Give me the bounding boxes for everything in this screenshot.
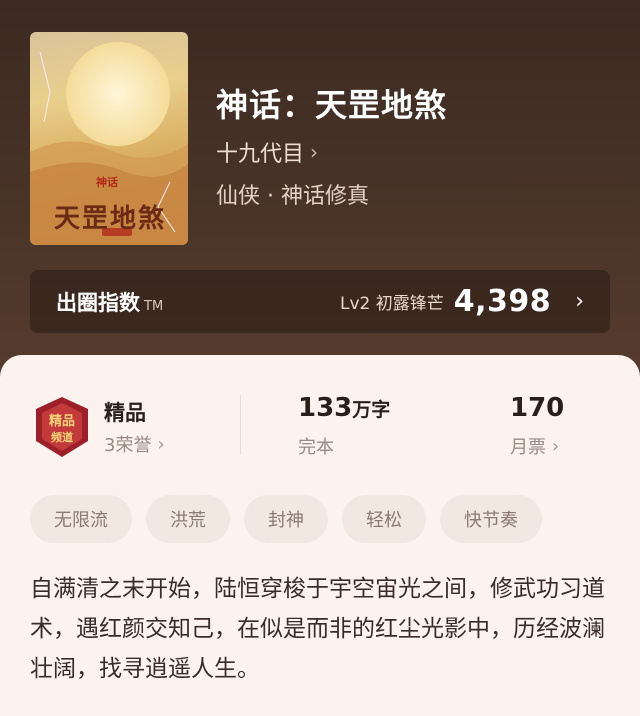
monthly-tickets-link[interactable]: 月票 › xyxy=(510,433,559,459)
word-count-value: 133 xyxy=(298,393,353,423)
svg-text:频道: 频道 xyxy=(51,430,73,444)
popularity-index-bar[interactable]: 出圈指数 TM Lv2 初露锋芒 4,398 › xyxy=(30,270,610,333)
book-detail-card: 精品 频道 精品 3荣誉 › 133万字 完本 170 月票 › 无限流 洪荒 … xyxy=(0,355,640,716)
chevron-right-icon: › xyxy=(552,435,560,457)
tag-chip[interactable]: 快节奏 xyxy=(440,495,542,543)
honors-link[interactable]: 3荣誉 › xyxy=(104,431,165,457)
monthly-tickets-label: 月票 xyxy=(510,437,546,458)
quality-badge-icon[interactable]: 精品 频道 xyxy=(30,395,94,459)
cover-title: 天罡地煞 xyxy=(53,204,166,234)
tag-list: 无限流 洪荒 封神 轻松 快节奏 xyxy=(30,495,542,543)
monthly-tickets-value: 170 xyxy=(510,393,565,423)
stats-row: 精品 频道 精品 3荣誉 › 133万字 完本 170 月票 › xyxy=(0,385,640,485)
chevron-right-icon: › xyxy=(575,289,584,314)
honors-count: 3荣誉 xyxy=(104,435,152,456)
author-name: 十九代目 xyxy=(216,142,305,167)
quality-label: 精品 xyxy=(104,401,146,425)
book-title: 神话：天罡地煞 xyxy=(216,86,448,124)
index-right-group: Lv2 初露锋芒 4,398 › xyxy=(340,284,584,319)
book-genre: 仙侠 · 神话修真 xyxy=(216,184,369,209)
cover-tag: 神话 xyxy=(96,176,118,189)
chevron-right-icon: › xyxy=(310,140,319,164)
svg-text:精品: 精品 xyxy=(49,413,75,429)
book-description: 自满清之末开始，陆恒穿梭于宇空宙光之间，修武功习道术，遇红颜交知己，在似是而非的… xyxy=(30,576,605,682)
stats-divider xyxy=(240,395,241,455)
tag-chip[interactable]: 无限流 xyxy=(30,495,132,543)
tag-chip[interactable]: 封神 xyxy=(244,495,328,543)
book-header: 神话 天罡地煞 神话：天罡地煞 十九代目 › 仙侠 · 神话修真 出圈指数 TM… xyxy=(0,0,640,355)
author-link[interactable]: 十九代目 › xyxy=(216,136,318,168)
book-cover[interactable]: 神话 天罡地煞 xyxy=(30,32,188,245)
word-count-unit: 万字 xyxy=(352,399,391,421)
index-level: Lv2 初露锋芒 xyxy=(340,294,444,314)
moon-shape xyxy=(66,42,170,146)
index-label-group: 出圈指数 TM xyxy=(56,287,163,317)
trademark-mark: TM xyxy=(144,298,164,314)
chevron-right-icon: › xyxy=(157,433,165,455)
index-value: 4,398 xyxy=(453,284,552,319)
word-count: 133万字 xyxy=(298,393,390,423)
index-label: 出圈指数 xyxy=(56,290,140,315)
tag-chip[interactable]: 洪荒 xyxy=(146,495,230,543)
completion-status: 完本 xyxy=(298,437,334,458)
tag-chip[interactable]: 轻松 xyxy=(342,495,426,543)
